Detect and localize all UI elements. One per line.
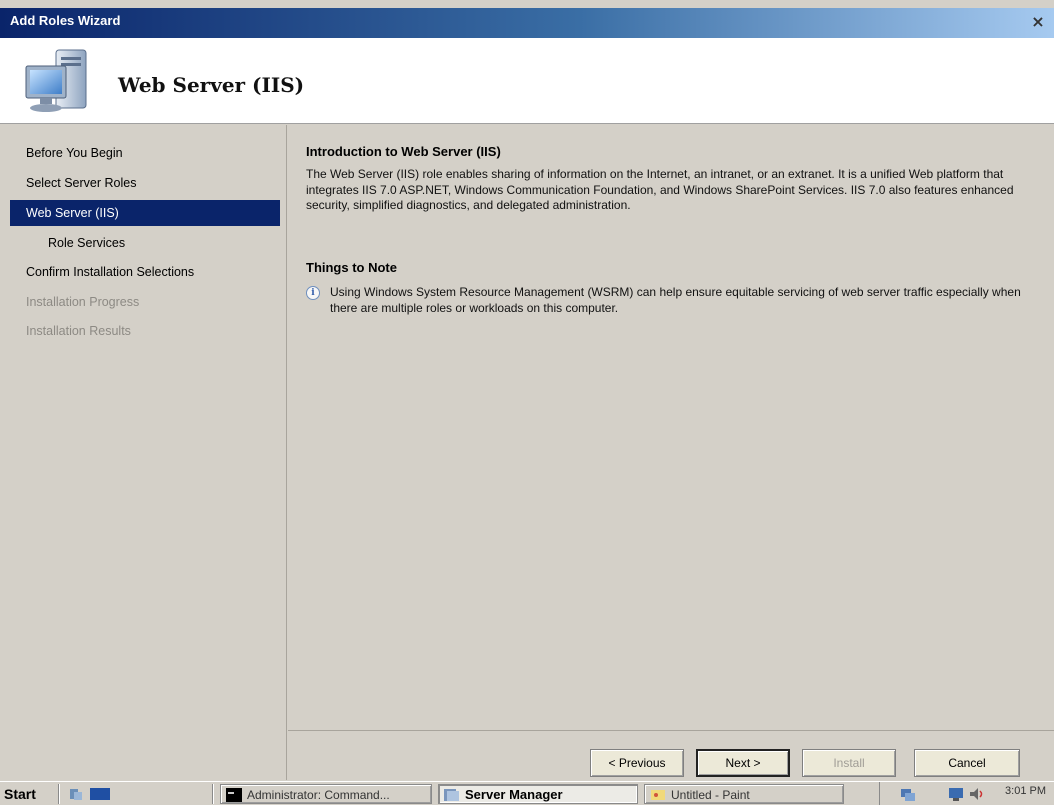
wizard-step-list: Before You Begin Select Server Roles Web… bbox=[0, 125, 287, 780]
taskbar-item-label: Server Manager bbox=[465, 787, 563, 802]
title-bar[interactable]: Add Roles Wizard × bbox=[0, 8, 1054, 38]
intro-heading: Introduction to Web Server (IIS) bbox=[306, 144, 501, 159]
add-roles-wizard-window: Add Roles Wizard × Web Server (IIS) Befo… bbox=[0, 0, 1054, 805]
wizard-header: Web Server (IIS) bbox=[0, 38, 1054, 124]
step-before-you-begin[interactable]: Before You Begin bbox=[10, 140, 280, 166]
taskbar-item-paint[interactable]: Untitled - Paint bbox=[644, 784, 844, 804]
volume-icon[interactable] bbox=[968, 786, 984, 802]
taskbar-item-server-manager[interactable]: Server Manager bbox=[438, 784, 638, 804]
network-icon[interactable] bbox=[900, 786, 916, 802]
previous-button[interactable]: < Previous bbox=[590, 749, 684, 777]
step-role-services[interactable]: Role Services bbox=[10, 230, 280, 256]
wizard-button-bar: < Previous Next > Install Cancel bbox=[288, 730, 1054, 780]
close-button[interactable]: × bbox=[1028, 13, 1048, 33]
things-to-note-heading: Things to Note bbox=[306, 260, 397, 275]
note-text: Using Windows System Resource Management… bbox=[330, 285, 1021, 315]
command-prompt-icon bbox=[226, 788, 242, 802]
taskbar-separator bbox=[58, 784, 60, 804]
step-installation-results: Installation Results bbox=[26, 324, 131, 338]
info-icon: i bbox=[306, 286, 320, 300]
paint-icon bbox=[651, 790, 665, 800]
content-pane: Introduction to Web Server (IIS) The Web… bbox=[288, 125, 1054, 730]
taskbar-item-command-prompt[interactable]: Administrator: Command... bbox=[220, 784, 432, 804]
step-confirm-installation-selections[interactable]: Confirm Installation Selections bbox=[10, 259, 280, 285]
taskbar: Start Administrator: Command... Server M… bbox=[0, 781, 1054, 805]
intro-text: The Web Server (IIS) role enables sharin… bbox=[306, 167, 1014, 212]
window-title: Add Roles Wizard bbox=[10, 13, 121, 28]
taskbar-item-label: Untitled - Paint bbox=[671, 788, 750, 802]
server-monitor-icon bbox=[25, 49, 87, 112]
step-web-server-iis[interactable]: Web Server (IIS) bbox=[10, 200, 280, 226]
server-manager-icon bbox=[444, 789, 459, 801]
next-button[interactable]: Next > bbox=[696, 749, 790, 777]
taskbar-separator bbox=[212, 784, 214, 804]
install-button: Install bbox=[802, 749, 896, 777]
clock[interactable]: 3:01 PM bbox=[1005, 785, 1046, 797]
start-button[interactable]: Start bbox=[4, 784, 36, 804]
system-tray: 3:01 PM bbox=[879, 782, 1054, 805]
server-manager-quicklaunch-icon[interactable] bbox=[68, 786, 84, 802]
powershell-quicklaunch-icon[interactable] bbox=[90, 788, 110, 800]
step-installation-progress: Installation Progress bbox=[26, 295, 140, 309]
cancel-button[interactable]: Cancel bbox=[914, 749, 1020, 777]
step-select-server-roles[interactable]: Select Server Roles bbox=[10, 170, 280, 196]
page-title: Web Server (IIS) bbox=[118, 73, 305, 97]
taskbar-item-label: Administrator: Command... bbox=[247, 788, 390, 802]
monitor-icon[interactable] bbox=[948, 786, 964, 802]
